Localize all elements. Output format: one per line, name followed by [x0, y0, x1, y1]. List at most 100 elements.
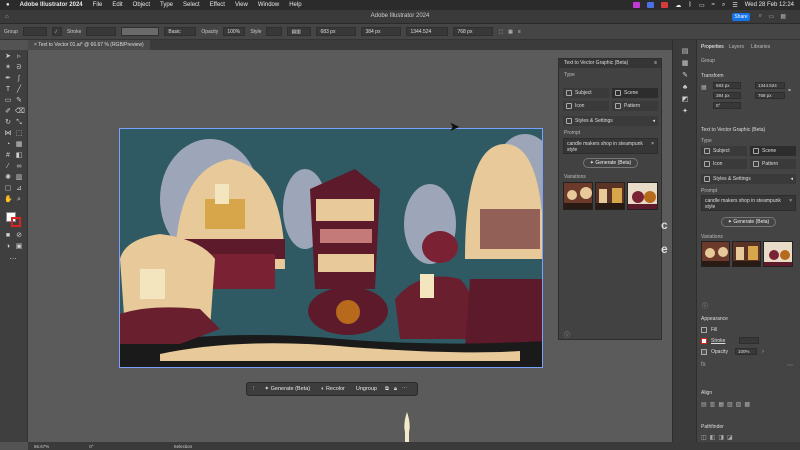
- menu-select[interactable]: Select: [183, 2, 200, 8]
- generated-vector-art[interactable]: [120, 129, 543, 368]
- artboard[interactable]: [119, 128, 543, 368]
- menu-help[interactable]: Help: [289, 2, 301, 8]
- ctx-recolor-button[interactable]: ◐ Recolor: [318, 385, 348, 393]
- apple-icon[interactable]: ●: [6, 2, 10, 8]
- drag-handle-icon[interactable]: ⋮: [251, 386, 257, 392]
- menu-effect[interactable]: Effect: [210, 2, 225, 8]
- reference-point-icon[interactable]: ▦: [701, 84, 707, 91]
- curvature-tool-icon[interactable]: ∫: [15, 75, 23, 83]
- screen-mode-icon[interactable]: ▣: [15, 243, 23, 251]
- mesh-tool-icon[interactable]: #: [4, 152, 12, 160]
- pen-tool-icon[interactable]: ✒: [4, 75, 12, 83]
- props-generate-button[interactable]: ✦ Generate (Beta): [721, 217, 776, 227]
- blend-tool-icon[interactable]: ∞: [15, 163, 23, 171]
- w-input[interactable]: 1344.524: [406, 27, 449, 36]
- scale-tool-icon[interactable]: ⤡: [15, 119, 23, 127]
- duplicate-icon[interactable]: ⧉: [385, 386, 389, 393]
- generate-button[interactable]: ✦ Generate (Beta): [583, 158, 638, 168]
- align-buttons[interactable]: ▤▥▦▧▨▩: [701, 401, 753, 408]
- direct-selection-tool-icon[interactable]: ▹: [15, 53, 23, 61]
- menu-type[interactable]: Type: [160, 2, 173, 8]
- more-icon[interactable]: ⋯: [787, 362, 793, 369]
- prompt-textarea[interactable]: candle makers shop in steampunk style ×: [563, 138, 658, 154]
- panel-header[interactable]: Text to Vector Graphic (Beta) ≡: [559, 59, 661, 68]
- style-label[interactable]: Style: [250, 29, 261, 35]
- props-variation-thumbnail-1[interactable]: [701, 241, 730, 267]
- variation-thumbnail-3[interactable]: [627, 182, 658, 210]
- y-input[interactable]: 384 px: [361, 27, 402, 36]
- fx-icon[interactable]: fx: [701, 362, 706, 368]
- gradient-tool-icon[interactable]: ◧: [15, 152, 23, 160]
- stroke-label[interactable]: Stroke: [67, 29, 81, 35]
- transform-x-input[interactable]: 683 px: [713, 82, 741, 89]
- layers-dock-icon[interactable]: ▤: [681, 48, 689, 56]
- creative-cloud-icon[interactable]: ☁: [675, 2, 681, 9]
- graphic-styles-dock-icon[interactable]: ◩: [681, 96, 689, 104]
- none-color-icon[interactable]: ⊘: [15, 232, 23, 240]
- lock-icon[interactable]: 🔒︎: [394, 386, 397, 393]
- variation-thumbnail-2[interactable]: [595, 182, 625, 210]
- h-input[interactable]: 768 px: [453, 27, 494, 36]
- transform-y-input[interactable]: 384 px: [713, 92, 741, 99]
- panel-menu-icon[interactable]: ≡: [654, 59, 657, 68]
- menu-window[interactable]: Window: [258, 2, 279, 8]
- hand-tool-icon[interactable]: ✋: [4, 196, 13, 204]
- magic-wand-tool-icon[interactable]: ✶: [4, 64, 12, 72]
- type-option-scene[interactable]: Scene: [612, 88, 658, 98]
- opacity-label[interactable]: Opacity: [711, 349, 728, 355]
- share-button[interactable]: Share: [732, 13, 750, 21]
- props-type-icon[interactable]: Icon: [701, 159, 747, 169]
- stroke-weight-input[interactable]: [86, 27, 117, 36]
- chevron-right-icon[interactable]: ›: [762, 349, 764, 355]
- opacity-input[interactable]: 100%: [735, 348, 757, 355]
- opacity-label[interactable]: Opacity: [201, 29, 218, 35]
- lasso-tool-icon[interactable]: ᘐ: [15, 64, 23, 72]
- artboard-tool-icon[interactable]: ▢: [4, 185, 12, 193]
- transform-icon[interactable]: ⬚: [498, 29, 503, 35]
- symbol-sprayer-tool-icon[interactable]: ✺: [4, 174, 12, 182]
- stroke-swatch[interactable]: ∕: [51, 27, 62, 36]
- styles-settings-button[interactable]: Styles & Settings ◂: [563, 116, 658, 126]
- arrange-icon[interactable]: ▦: [508, 29, 513, 35]
- stroke-weight-input[interactable]: [739, 337, 759, 344]
- tab-layers[interactable]: Layers: [729, 44, 744, 50]
- transform-angle-input[interactable]: 0°: [713, 102, 741, 109]
- menu-file[interactable]: File: [93, 2, 103, 8]
- eraser-tool-icon[interactable]: ⌫: [15, 108, 25, 116]
- status-icon-blue[interactable]: [647, 2, 655, 8]
- graph-tool-icon[interactable]: ▥: [15, 174, 23, 182]
- brushes-dock-icon[interactable]: ✎: [681, 72, 689, 80]
- tab-properties[interactable]: Properties: [701, 44, 724, 50]
- shaper-tool-icon[interactable]: ✐: [4, 108, 12, 116]
- props-type-pattern[interactable]: Pattern: [750, 159, 796, 169]
- props-type-subject[interactable]: Subject: [701, 146, 747, 156]
- width-tool-icon[interactable]: ⋈: [4, 130, 12, 138]
- type-option-subject[interactable]: Subject: [563, 88, 609, 98]
- stroke-swatch[interactable]: [701, 338, 707, 344]
- edit-toolbar-icon[interactable]: ⋯: [9, 256, 17, 264]
- rotate-tool-icon[interactable]: ↻: [4, 119, 12, 127]
- wifi-icon[interactable]: ≈: [712, 2, 715, 8]
- draw-mode-icon[interactable]: ◑: [4, 243, 12, 251]
- status-icon-magenta[interactable]: [633, 2, 641, 8]
- more-options-icon[interactable]: ≡: [518, 29, 521, 35]
- type-option-pattern[interactable]: Pattern: [612, 101, 658, 111]
- clear-icon[interactable]: ×: [651, 141, 654, 147]
- opacity-input[interactable]: 100%: [223, 27, 246, 36]
- fill-label[interactable]: Fill: [711, 327, 717, 333]
- status-icon-red[interactable]: [661, 2, 669, 8]
- menu-object[interactable]: Object: [133, 2, 150, 8]
- app-menu[interactable]: Adobe Illustrator 2024: [20, 2, 83, 8]
- stroke-color-swatch[interactable]: [11, 217, 21, 227]
- text-to-vector-dock-icon[interactable]: ✦: [681, 108, 689, 116]
- document-tab[interactable]: × Text to Vector 01.ai* @ 66.67 % (RGB/P…: [28, 40, 150, 50]
- swatches-dock-icon[interactable]: ▦: [681, 60, 689, 68]
- rotate-view-angle[interactable]: 0°: [89, 444, 93, 449]
- line-tool-icon[interactable]: ╱: [15, 86, 23, 94]
- battery-icon[interactable]: ▭: [699, 2, 705, 9]
- type-option-icon[interactable]: Icon: [563, 101, 609, 111]
- stroke-label[interactable]: Stroke: [711, 338, 725, 344]
- props-styles-settings-button[interactable]: Styles & Settings ◂: [701, 174, 796, 184]
- zoom-level[interactable]: 66.67%: [34, 444, 49, 449]
- transform-w-input[interactable]: 1344.524: [755, 82, 785, 89]
